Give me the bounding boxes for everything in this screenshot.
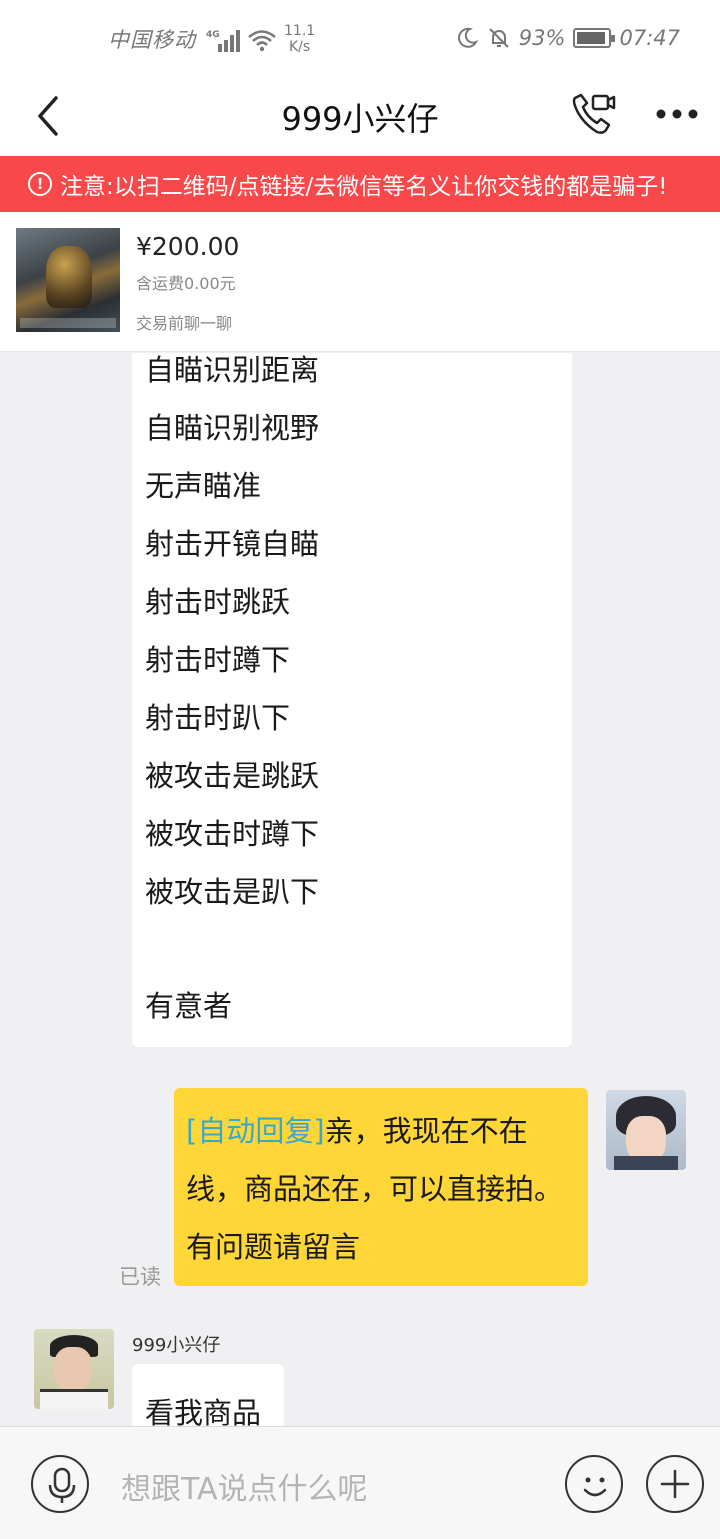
message-line: 无声瞄准 bbox=[145, 469, 262, 503]
seller-avatar[interactable] bbox=[34, 1329, 114, 1409]
network-speed-value: 11.1 bbox=[284, 23, 316, 39]
sender-name: 999小兴仔 bbox=[132, 1335, 221, 1356]
message-line: 射击开镜自瞄 bbox=[145, 527, 320, 561]
incoming-message-bubble[interactable]: 自瞄识别距离 自瞄识别视野 无声瞄准射击开镜自瞄 射击时跳跃射击时蹲下射击时趴下被攻击… bbox=[132, 353, 572, 1047]
microphone-icon bbox=[48, 1467, 76, 1503]
moon-icon bbox=[457, 27, 479, 48]
message-line: 被攻击是跳跃 bbox=[145, 759, 320, 793]
plus-icon bbox=[660, 1469, 690, 1499]
read-receipt: 已读 bbox=[119, 1265, 161, 1289]
message-line: 射击时趴下 bbox=[145, 701, 291, 735]
input-bar: 想跟TA说点什么呢 bbox=[0, 1426, 720, 1539]
video-call-icon[interactable] bbox=[569, 90, 617, 138]
product-thumbnail[interactable] bbox=[16, 228, 120, 332]
auto-reply-bubble[interactable]: [自动回复]亲，我现在不在线，商品还在，可以直接拍。有问题请留言 bbox=[174, 1088, 588, 1286]
bell-off-icon bbox=[489, 28, 509, 48]
message-input[interactable]: 想跟TA说点什么呢 bbox=[121, 1464, 368, 1508]
incoming-message-bubble[interactable]: 看我商品 bbox=[132, 1364, 284, 1426]
warning-text: 注意:以扫二维码/点链接/去微信等名义让你交钱的都是骗子! bbox=[60, 174, 668, 200]
product-shipping: 含运费0.00元 bbox=[136, 274, 236, 293]
message-line: 被攻击时蹲下 bbox=[145, 817, 320, 851]
message-line: 被攻击是趴下 bbox=[145, 875, 320, 909]
more-icon[interactable] bbox=[656, 108, 698, 120]
battery-icon bbox=[573, 28, 616, 48]
emoji-button[interactable] bbox=[565, 1455, 623, 1513]
message-line: 有意者 bbox=[145, 989, 233, 1023]
status-bar: 中国移动 4G 11.1 K/s 93% 07:47 bbox=[0, 0, 720, 78]
battery-percent: 93% bbox=[518, 26, 566, 50]
cellular-signal-icon: 4G bbox=[206, 30, 240, 52]
message-line: 自瞄识别距离 bbox=[145, 353, 320, 387]
message-line: 自瞄识别视野 bbox=[145, 411, 320, 445]
carrier-label: 中国移动 bbox=[108, 28, 196, 52]
status-right: 93% 07:47 bbox=[455, 26, 680, 50]
auto-reply-tag: [自动回复] bbox=[186, 1114, 325, 1148]
product-price: ¥200.00 bbox=[136, 232, 240, 261]
clock: 07:47 bbox=[619, 26, 680, 50]
alert-icon: ! bbox=[28, 172, 52, 196]
product-chat-hint: 交易前聊一聊 bbox=[136, 314, 233, 333]
product-card[interactable]: ¥200.00 含运费0.00元 交易前聊一聊 bbox=[0, 212, 720, 352]
battery-fill bbox=[577, 32, 606, 44]
fraud-warning-banner: ! 注意:以扫二维码/点链接/去微信等名义让你交钱的都是骗子! bbox=[0, 156, 720, 212]
message-line: 射击时蹲下 bbox=[145, 643, 291, 677]
message-line: 射击时跳跃 bbox=[145, 585, 291, 619]
network-speed: 11.1 K/s bbox=[284, 23, 315, 55]
network-speed-unit: K/s bbox=[288, 39, 311, 55]
emoji-icon bbox=[583, 1477, 607, 1497]
more-actions-button[interactable] bbox=[646, 1455, 704, 1513]
network-type-label: 4G bbox=[206, 30, 220, 40]
chat-area[interactable]: 自瞄识别距离 自瞄识别视野 无声瞄准射击开镜自瞄 射击时跳跃射击时蹲下射击时趴下被攻击… bbox=[0, 353, 720, 1426]
wifi-icon bbox=[248, 30, 276, 52]
my-avatar[interactable] bbox=[606, 1090, 686, 1170]
nav-bar: 999小兴仔 bbox=[0, 78, 720, 156]
voice-button[interactable] bbox=[31, 1455, 89, 1513]
